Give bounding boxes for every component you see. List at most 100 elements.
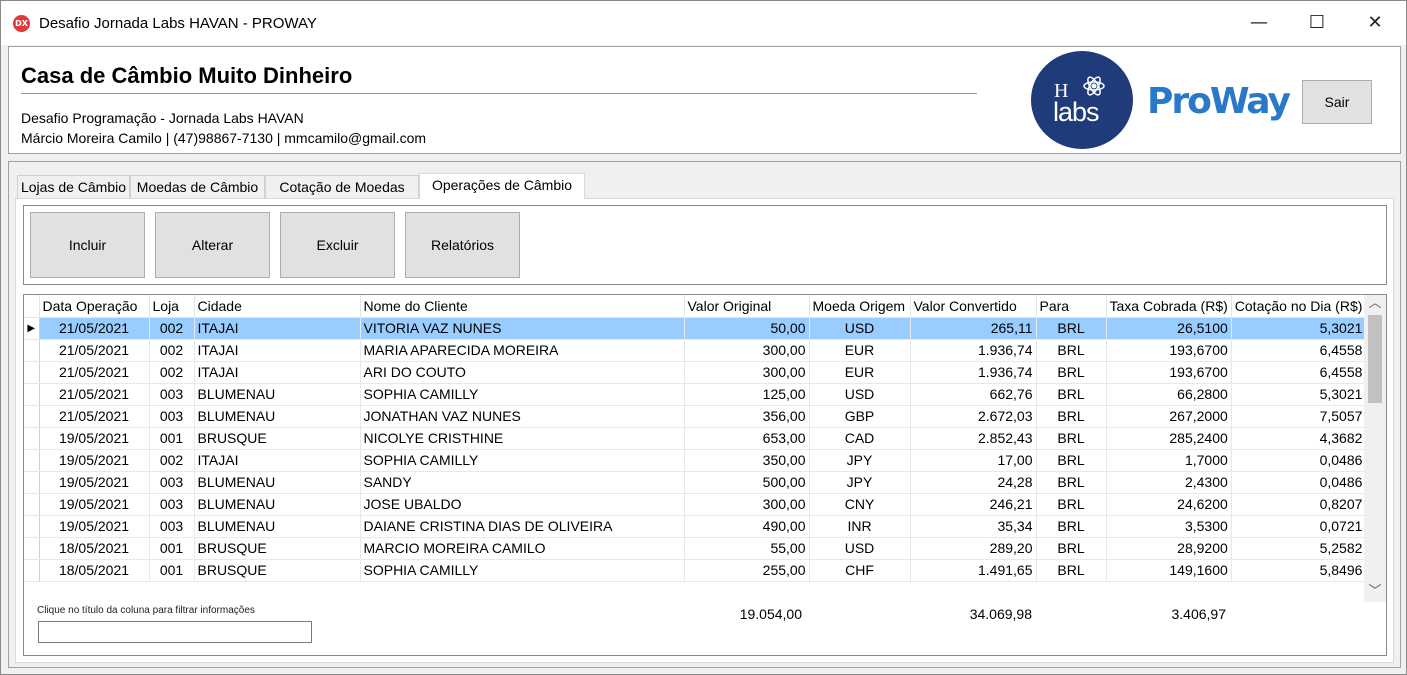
cell-fee: 26,5100 (1106, 317, 1232, 340)
scroll-up-icon[interactable]: ︿ (1364, 295, 1386, 313)
cell-city: BLUMENAU (194, 515, 361, 538)
table-row[interactable]: 19/05/2021 002 ITAJAI SOPHIA CAMILLY 350,00 J… (24, 449, 1367, 472)
cell-original-value: 356,00 (684, 405, 810, 428)
column-header[interactable]: Valor Convertido (910, 295, 1037, 318)
cell-client: VITORIA VAZ NUNES (360, 317, 685, 340)
table-row[interactable]: 18/05/2021 001 BRUSQUE SOPHIA CAMILLY 255,00… (24, 559, 1367, 582)
row-indicator-icon (24, 537, 40, 560)
table-row[interactable]: 21/05/2021 002 ITAJAI MARIA APARECIDA MOREI… (24, 339, 1367, 362)
column-header[interactable]: Moeda Origem (809, 295, 911, 318)
include-button[interactable]: Incluir (30, 212, 145, 278)
cell-original-value: 50,00 (684, 317, 810, 340)
cell-origin-currency: JPY (809, 471, 911, 494)
row-indicator-icon (24, 383, 40, 406)
operations-grid[interactable]: Data Operação Loja Cidade Nome do Client… (23, 294, 1387, 656)
cell-store: 003 (149, 405, 195, 428)
table-row[interactable]: 19/05/2021 003 BLUMENAU SANDY 500,00 JPY 24,28… (24, 471, 1367, 494)
filter-input[interactable] (38, 621, 312, 643)
cell-origin-currency: USD (809, 317, 911, 340)
cell-converted-value: 24,28 (910, 471, 1037, 494)
cell-fee: 2,4300 (1106, 471, 1232, 494)
table-row[interactable]: 21/05/2021 003 BLUMENAU JONATHAN VAZ NUNES 3… (24, 405, 1367, 428)
tab-moedas-de-cambio[interactable]: Moedas de Câmbio (130, 175, 265, 199)
cell-date: 19/05/2021 (39, 515, 150, 538)
cell-original-value: 500,00 (684, 471, 810, 494)
column-header[interactable]: Loja (149, 295, 195, 318)
row-indicator-icon (24, 339, 40, 362)
column-header[interactable]: Taxa Cobrada (R$) (1106, 295, 1232, 318)
cell-converted-value: 1.491,65 (910, 559, 1037, 582)
app-window: DX Desafio Jornada Labs HAVAN - PROWAY —… (0, 0, 1407, 675)
column-header[interactable]: Cidade (194, 295, 361, 318)
table-row[interactable]: 19/05/2021 001 BRUSQUE NICOLYE CRISTHINE 653… (24, 427, 1367, 450)
cell-store: 002 (149, 361, 195, 384)
cell-target-currency: BRL (1036, 515, 1107, 538)
cell-converted-value: 662,76 (910, 383, 1037, 406)
tab-cotacao-de-moedas[interactable]: Cotação de Moedas (265, 175, 419, 199)
cell-store: 002 (149, 339, 195, 362)
cell-converted-value: 17,00 (910, 449, 1037, 472)
cell-target-currency: BRL (1036, 537, 1107, 560)
cell-city: ITAJAI (194, 449, 361, 472)
cell-client: SANDY (360, 471, 685, 494)
cell-original-value: 125,00 (684, 383, 810, 406)
cell-date: 18/05/2021 (39, 537, 150, 560)
cell-date: 18/05/2021 (39, 559, 150, 582)
cell-store: 003 (149, 515, 195, 538)
scroll-thumb[interactable] (1368, 315, 1382, 403)
cell-date: 19/05/2021 (39, 427, 150, 450)
cell-rate: 0,8207 (1231, 493, 1367, 516)
delete-button[interactable]: Excluir (280, 212, 395, 278)
cell-rate: 5,3021 (1231, 383, 1367, 406)
table-row[interactable]: 21/05/2021 003 BLUMENAU SOPHIA CAMILLY 125,0… (24, 383, 1367, 406)
minimize-button[interactable]: — (1230, 1, 1288, 45)
tab-operacoes-de-cambio[interactable]: Operações de Câmbio (419, 173, 585, 199)
cell-origin-currency: JPY (809, 449, 911, 472)
column-header[interactable]: Valor Original (684, 295, 810, 318)
tab-content-operacoes: Incluir Alterar Excluir Relatórios Data … (15, 198, 1394, 663)
cell-rate: 0,0486 (1231, 471, 1367, 494)
cell-client: JOSE UBALDO (360, 493, 685, 516)
author-contact: Márcio Moreira Camilo | (47)98867-7130 |… (21, 130, 427, 146)
cell-city: ITAJAI (194, 317, 361, 340)
row-indicator-icon (24, 427, 40, 450)
cell-converted-value: 1.936,74 (910, 339, 1037, 362)
cell-origin-currency: EUR (809, 361, 911, 384)
table-row[interactable]: 21/05/2021 002 ITAJAI ARI DO COUTO 300,00 EUR… (24, 361, 1367, 384)
column-header[interactable]: Data Operação (39, 295, 150, 318)
cell-client: JONATHAN VAZ NUNES (360, 405, 685, 428)
table-row[interactable]: 18/05/2021 001 BRUSQUE MARCIO MOREIRA CAMIL… (24, 537, 1367, 560)
row-indicator-icon (24, 515, 40, 538)
cell-date: 19/05/2021 (39, 493, 150, 516)
close-button[interactable]: ✕ (1346, 1, 1404, 45)
column-header[interactable]: Nome do Cliente (360, 295, 685, 318)
cell-fee: 285,2400 (1106, 427, 1232, 450)
exit-button[interactable]: Sair (1302, 80, 1372, 124)
table-row[interactable]: ▶ 21/05/2021 002 ITAJAI VITORIA VAZ NUNES 50,… (24, 317, 1367, 340)
table-row[interactable]: 19/05/2021 003 BLUMENAU JOSE UBALDO 300,00 CN… (24, 493, 1367, 516)
row-indicator-icon (24, 405, 40, 428)
logo-labs-text: labs (1053, 97, 1100, 127)
tab-lojas-de-cambio[interactable]: Lojas de Câmbio (17, 175, 130, 199)
cell-store: 001 (149, 537, 195, 560)
toolbar: Incluir Alterar Excluir Relatórios (23, 205, 1387, 285)
reports-button[interactable]: Relatórios (405, 212, 520, 278)
column-header[interactable]: Para (1036, 295, 1107, 318)
cell-original-value: 300,00 (684, 339, 810, 362)
cell-city: BRUSQUE (194, 427, 361, 450)
cell-date: 19/05/2021 (39, 471, 150, 494)
vertical-scrollbar[interactable]: ︿ ﹀ (1364, 295, 1386, 602)
maximize-button[interactable]: ☐ (1288, 1, 1346, 45)
cell-converted-value: 2.672,03 (910, 405, 1037, 428)
cell-origin-currency: INR (809, 515, 911, 538)
edit-button[interactable]: Alterar (155, 212, 270, 278)
column-header[interactable]: Cotação no Dia (R$) (1231, 295, 1367, 318)
cell-target-currency: BRL (1036, 449, 1107, 472)
scroll-down-icon[interactable]: ﹀ (1364, 583, 1386, 601)
window-title: Desafio Jornada Labs HAVAN - PROWAY (39, 15, 317, 32)
cell-city: ITAJAI (194, 339, 361, 362)
row-indicator-icon (24, 449, 40, 472)
cell-client: NICOLYE CRISTHINE (360, 427, 685, 450)
app-subtitle: Desafio Programação - Jornada Labs HAVAN (21, 110, 304, 126)
table-row[interactable]: 19/05/2021 003 BLUMENAU DAIANE CRISTINA DIA… (24, 515, 1367, 538)
